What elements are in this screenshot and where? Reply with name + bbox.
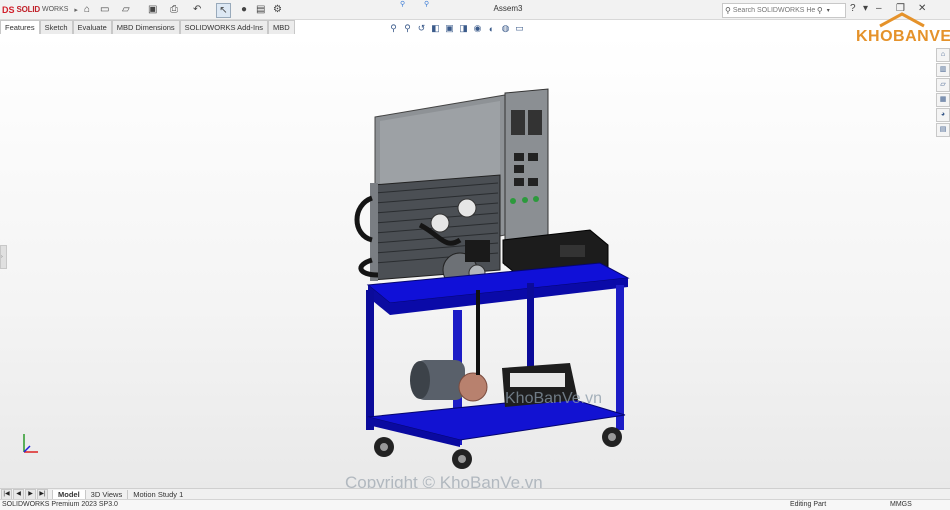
display-style-icon[interactable]: ◨ <box>458 23 469 34</box>
select-icon[interactable]: ↖ <box>216 3 231 18</box>
brand-watermark: KHOBANVE <box>850 12 950 52</box>
watermark-center: KhoBanVe.vn <box>505 390 602 407</box>
file-properties-icon[interactable]: ▤ <box>256 3 265 16</box>
brand-text: KHOBANVE <box>856 28 950 45</box>
new-icon[interactable]: ▭ <box>100 3 109 16</box>
options-icon[interactable]: ⚙ <box>273 3 282 16</box>
search-dropdown-icon[interactable]: ▾ <box>827 7 830 14</box>
design-library-icon[interactable]: ▥ <box>936 63 950 77</box>
view-orientation-icon[interactable]: ▣ <box>444 23 455 34</box>
toolbar-pin-icon-2[interactable]: ⚲ <box>424 0 429 8</box>
zoom-area-icon[interactable]: ⚲ <box>402 23 413 34</box>
view-settings-icon[interactable]: ▭ <box>514 23 525 34</box>
custom-properties-icon[interactable]: ▤ <box>936 123 950 137</box>
tab-motion-study-1[interactable]: Motion Study 1 <box>127 489 188 500</box>
status-bar: SOLIDWORKS Premium 2023 SP3.0 Editing Pa… <box>0 499 950 510</box>
tab-evaluate[interactable]: Evaluate <box>72 20 112 34</box>
search-input[interactable] <box>730 7 817 14</box>
print-icon[interactable]: ⎙ <box>170 3 178 16</box>
previous-view-icon[interactable]: ↺ <box>416 23 427 34</box>
appearances-icon[interactable]: ◕ <box>936 108 950 122</box>
feature-tree-expand-handle[interactable]: › <box>0 245 7 269</box>
menu-expand-icon[interactable]: ▸ <box>74 6 78 14</box>
zoom-to-fit-icon[interactable]: ⚲ <box>388 23 399 34</box>
undo-icon[interactable]: ↶ <box>193 3 201 16</box>
save-icon[interactable]: ▣ <box>148 3 157 16</box>
tab-sketch[interactable]: Sketch <box>39 20 73 34</box>
toolbar-pin-icon[interactable]: ⚲ <box>400 0 405 8</box>
title-bar: DS SOLID WORKS ▸ ⌂ ▭ ▱ ▣ ⎙ ↶ ↖ ● ▤ ⚙ ⚲ ⚲ … <box>0 0 950 20</box>
file-explorer-icon[interactable]: ▱ <box>936 78 950 92</box>
command-manager-tabs: Features Sketch Evaluate MBD Dimensions … <box>0 20 295 34</box>
view-palette-icon[interactable]: ▦ <box>936 93 950 107</box>
tab-mbd-dimensions[interactable]: MBD Dimensions <box>111 20 180 34</box>
apply-scene-icon[interactable]: ◍ <box>500 23 511 34</box>
solidworks-logo[interactable]: DS SOLID WORKS ▸ <box>2 3 78 16</box>
tab-features[interactable]: Features <box>0 20 40 34</box>
tab-3d-views[interactable]: 3D Views <box>84 489 128 500</box>
tab-solidworks-add-ins[interactable]: SOLIDWORKS Add-Ins <box>179 20 269 34</box>
ds-logo-text: DS <box>2 4 15 15</box>
document-title: Assem3 <box>493 4 523 13</box>
tab-mbd[interactable]: MBD <box>268 20 295 34</box>
logo-text-works: WORKS <box>41 6 69 13</box>
open-icon[interactable]: ▱ <box>122 3 130 16</box>
hide-show-icon[interactable]: ◉ <box>472 23 483 34</box>
assembly-model[interactable] <box>0 35 950 488</box>
task-pane-tabs: ⌂ ▥ ▱ ▦ ◕ ▤ <box>936 48 950 137</box>
search-icon[interactable]: ⚲ <box>817 6 823 15</box>
reference-triad <box>23 434 38 453</box>
tab-model[interactable]: Model <box>52 489 85 500</box>
rebuild-icon[interactable]: ● <box>241 3 247 16</box>
edit-appearance-icon[interactable]: ◐ <box>486 24 497 34</box>
logo-text-solid: SOLID <box>16 5 41 14</box>
search-help-box[interactable]: ⚲ ⚲ ▾ <box>722 3 846 18</box>
help-search-icon: ⚲ <box>725 6 731 15</box>
section-view-icon[interactable]: ◧ <box>430 23 441 34</box>
home-icon[interactable]: ⌂ <box>84 3 90 16</box>
graphics-area[interactable]: › <box>0 35 950 488</box>
heads-up-view-toolbar: ⚲ ⚲ ↺ ◧ ▣ ◨ ◉ ◐ ◍ ▭ <box>388 22 525 35</box>
